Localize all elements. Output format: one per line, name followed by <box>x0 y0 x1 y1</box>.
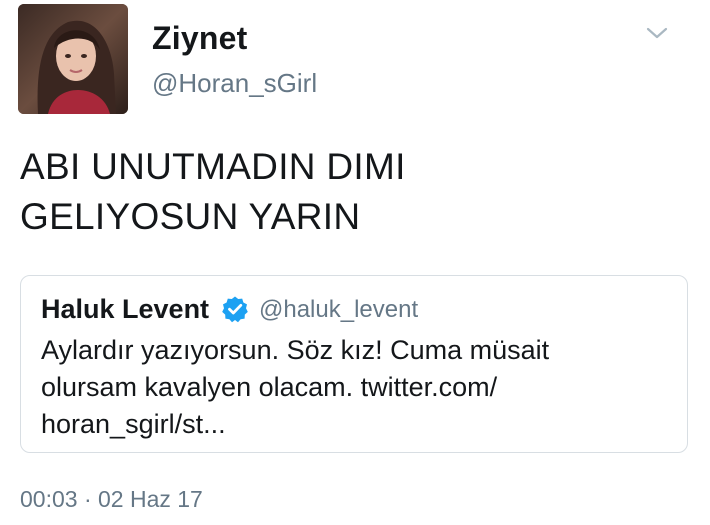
quoted-handle[interactable]: @haluk_levent <box>259 293 418 327</box>
tweet-timestamp[interactable]: 00:03 · 02 Haz 17 <box>20 484 203 514</box>
profile-photo <box>18 4 128 114</box>
tweet-text-line: GELIYOSUN YARIN <box>20 196 361 237</box>
chevron-down-icon[interactable] <box>644 22 670 44</box>
tweet: Ziynet @Horan_sGirl ABI UNUTMADIN DIMI G… <box>0 0 710 525</box>
quoted-tweet-text: Aylardır yazıyorsun. Söz kız! Cuma müsai… <box>41 332 671 443</box>
tweet-text-line: ABI UNUTMADIN DIMI <box>20 146 406 187</box>
verified-badge-icon <box>221 295 249 323</box>
author-display-name[interactable]: Ziynet <box>152 18 247 58</box>
quoted-text-line: olursam kavalyen olacam. twitter.com/ <box>41 372 498 402</box>
avatar[interactable] <box>18 4 128 114</box>
quoted-text-line: Aylardır yazıyorsun. Söz kız! Cuma müsai… <box>41 335 550 365</box>
tweet-text: ABI UNUTMADIN DIMI GELIYOSUN YARIN <box>20 142 680 242</box>
author-handle[interactable]: @Horan_sGirl <box>152 66 317 100</box>
quoted-tweet-card[interactable]: Haluk Levent @haluk_levent Aylardır yazı… <box>20 275 688 453</box>
quoted-text-line: horan_sgirl/st... <box>41 409 226 439</box>
quoted-display-name[interactable]: Haluk Levent <box>41 292 209 326</box>
